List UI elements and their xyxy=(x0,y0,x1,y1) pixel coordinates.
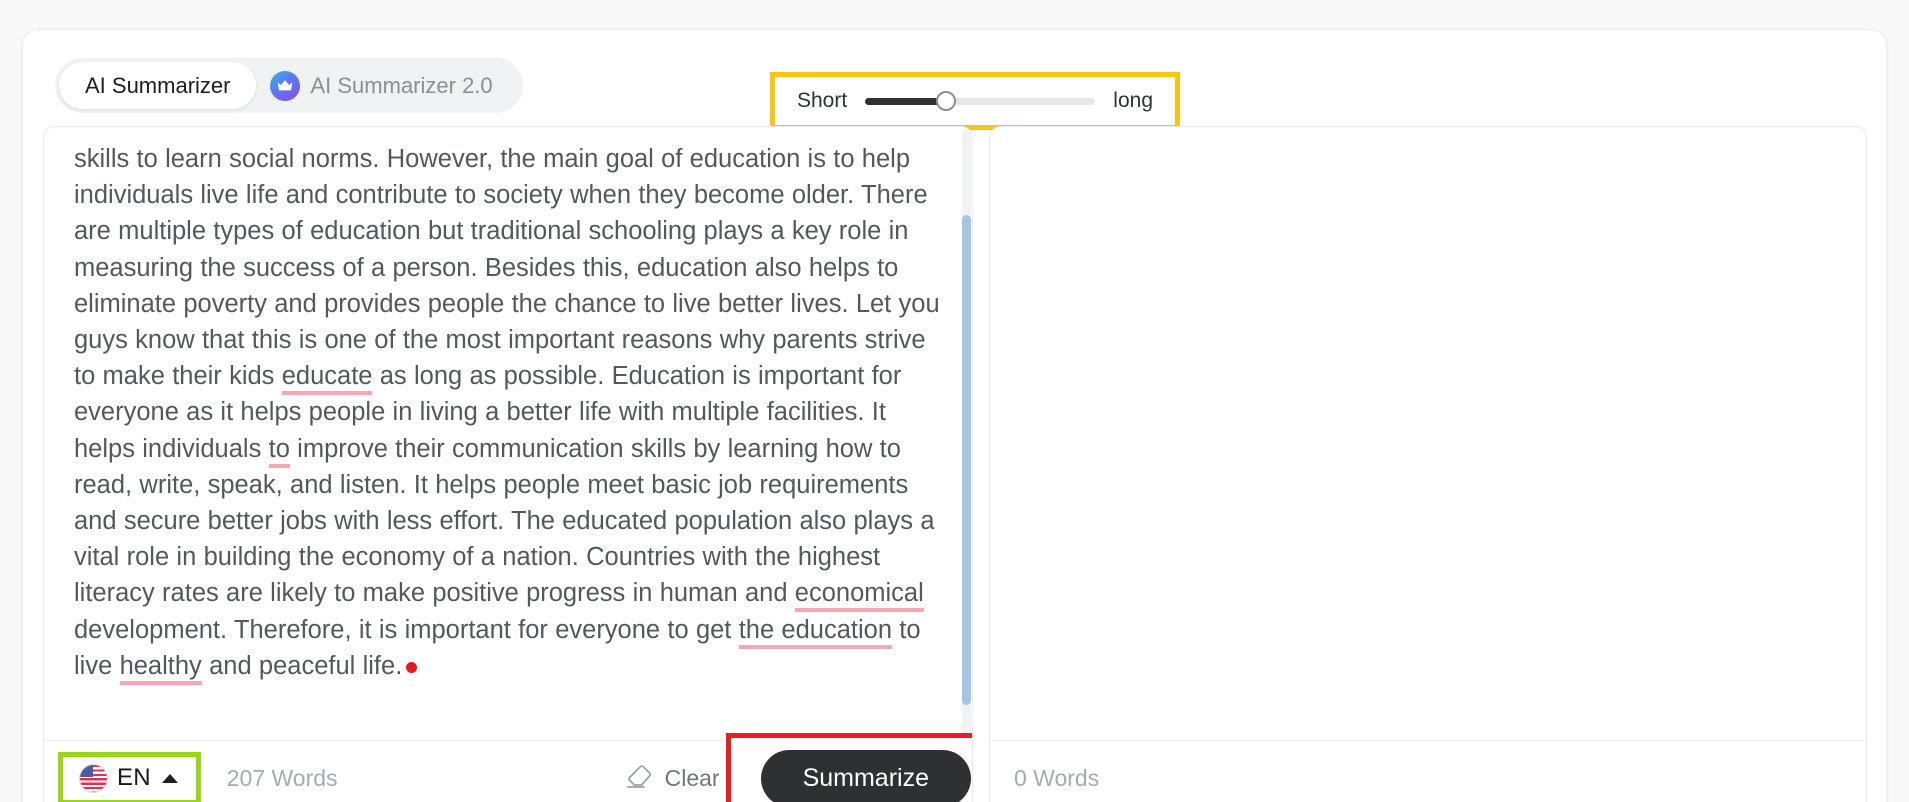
input-footer: EN 207 Words Clear Summarize xyxy=(44,732,972,802)
length-min-label: Short xyxy=(797,89,848,112)
tab-ai-summarizer[interactable]: AI Summarizer xyxy=(59,62,257,109)
clear-label: Clear xyxy=(664,764,720,791)
input-text-content[interactable]: skills to learn social norms. However, t… xyxy=(44,127,972,694)
grammar-suggestion[interactable]: healthy xyxy=(119,651,202,685)
grammar-suggestion[interactable]: the education xyxy=(738,615,893,649)
output-word-count: 0 Words xyxy=(1014,764,1100,791)
tab-ai-summarizer-2-label: AI Summarizer 2.0 xyxy=(310,72,493,98)
toolbar: AI Summarizer AI Summarizer 2.0 Short lo… xyxy=(23,30,1886,130)
tool-tabs: AI Summarizer AI Summarizer 2.0 xyxy=(55,58,523,113)
tab-ai-summarizer-label: AI Summarizer xyxy=(85,72,231,98)
grammar-suggestion[interactable]: to xyxy=(268,434,290,468)
grammar-suggestion[interactable]: educate xyxy=(281,362,373,396)
cursor-marker-icon xyxy=(406,661,418,673)
tab-ai-summarizer-2[interactable]: AI Summarizer 2.0 xyxy=(256,62,522,109)
output-text-area[interactable] xyxy=(990,127,1866,741)
text-run: development. Therefore, it is important … xyxy=(74,615,739,644)
grammar-suggestion[interactable]: economical xyxy=(794,579,924,613)
input-text-area[interactable]: skills to learn social norms. However, t… xyxy=(44,127,972,741)
input-scrollbar-thumb[interactable] xyxy=(962,215,971,705)
summarize-button-highlight: Summarize xyxy=(725,732,972,802)
text-run: and peaceful life. xyxy=(201,651,403,680)
text-run: skills to learn social norms. However, t… xyxy=(74,145,940,391)
language-selector[interactable]: EN xyxy=(71,759,186,798)
clear-button[interactable]: Clear xyxy=(625,760,720,796)
summarize-button[interactable]: Summarize xyxy=(760,749,971,802)
language-code: EN xyxy=(117,764,151,791)
app-root: AI Summarizer AI Summarizer 2.0 Short lo… xyxy=(0,0,1909,802)
us-flag-icon xyxy=(79,763,108,793)
slider-filled-track xyxy=(865,97,946,105)
crown-icon xyxy=(270,70,301,101)
output-footer: 0 Words xyxy=(990,740,1866,802)
length-max-label: long xyxy=(1113,89,1153,112)
editor-panes: skills to learn social norms. However, t… xyxy=(23,126,1886,802)
summary-length-control: Short long xyxy=(770,72,1180,130)
caret-up-icon xyxy=(161,773,178,783)
output-pane: 0 Words xyxy=(989,126,1867,802)
eraser-icon xyxy=(625,760,655,796)
language-selector-highlight: EN xyxy=(58,751,201,802)
slider-thumb[interactable] xyxy=(935,91,956,111)
summary-length-slider[interactable] xyxy=(865,91,1096,111)
summarizer-card: AI Summarizer AI Summarizer 2.0 Short lo… xyxy=(22,29,1887,802)
input-actions: Clear Summarize xyxy=(625,732,972,802)
input-word-count: 207 Words xyxy=(226,764,338,791)
input-pane: skills to learn social norms. However, t… xyxy=(43,126,973,802)
